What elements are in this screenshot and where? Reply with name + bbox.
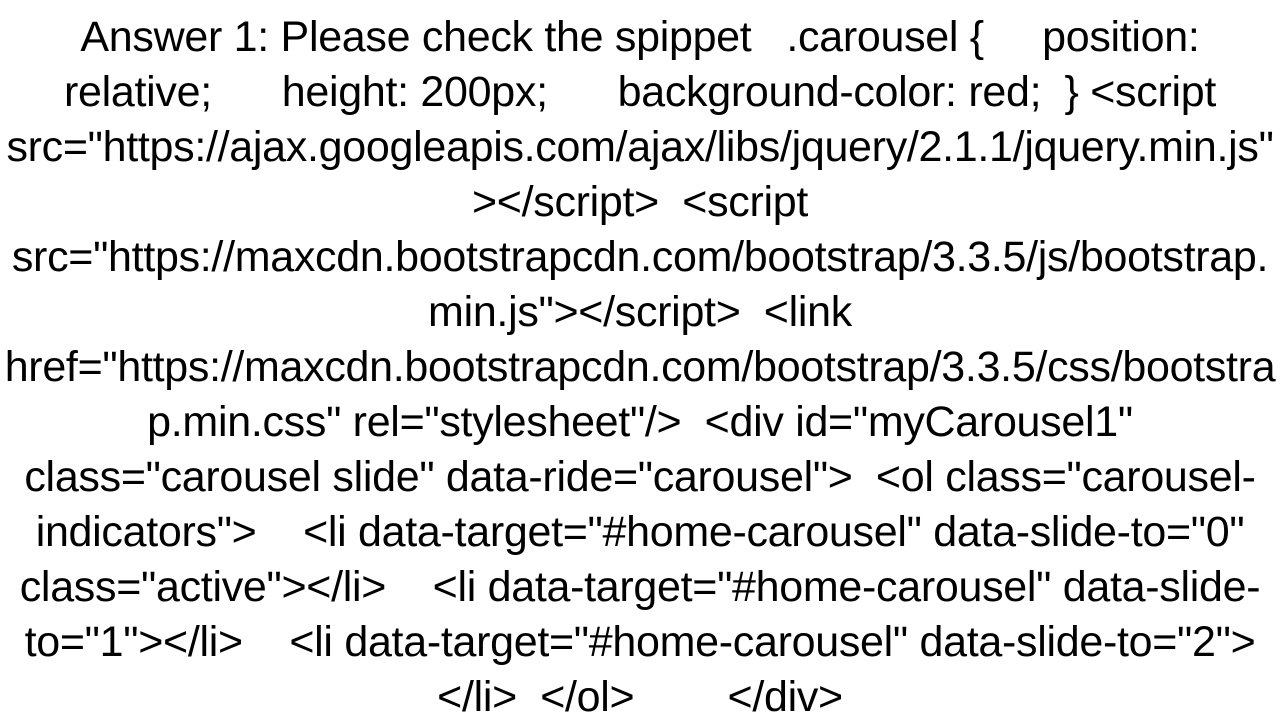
answer-code-snippet: Answer 1: Please check the spippet .caro…	[0, 0, 1280, 720]
